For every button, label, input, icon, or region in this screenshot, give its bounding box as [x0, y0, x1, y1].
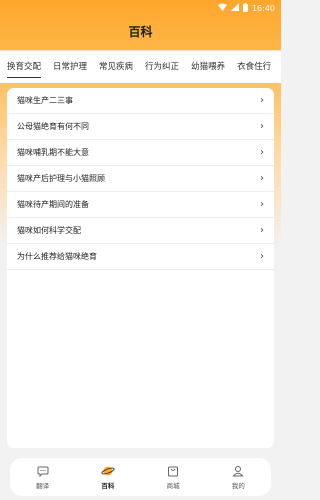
chevron-right-icon: ›	[260, 147, 264, 158]
chevron-right-icon: ›	[260, 225, 264, 236]
nav-shop-label: 商城	[166, 482, 180, 490]
list-item-title: 为什么推荐给猫咪绝育	[17, 252, 97, 261]
tab-living[interactable]: 衣食住行	[237, 51, 271, 84]
chevron-right-icon: ›	[260, 173, 264, 184]
list-item-title: 猫咪生产二三事	[17, 96, 73, 105]
chevron-right-icon: ›	[260, 121, 264, 132]
wifi-icon	[217, 3, 227, 13]
list-item[interactable]: 猫咪哺乳期不能大意 ›	[7, 140, 274, 166]
nav-encyclopedia-label: 百科	[101, 482, 115, 490]
bottom-nav: 翻译 百科 商城 我的	[10, 458, 271, 496]
nav-shop[interactable]: 商城	[148, 464, 198, 490]
battery-icon	[242, 2, 248, 14]
planet-icon	[101, 464, 115, 478]
shop-icon	[166, 464, 180, 478]
list-item[interactable]: 为什么推荐给猫咪绝育 ›	[7, 244, 274, 270]
status-time: 16:40	[251, 3, 275, 13]
tab-daily-care[interactable]: 日常护理	[53, 51, 87, 84]
list-item-title: 猫咪产后护理与小猫照顾	[17, 174, 105, 183]
nav-profile-label: 我的	[231, 482, 245, 490]
list-item[interactable]: 猫咪产后护理与小猫照顾 ›	[7, 166, 274, 192]
chevron-right-icon: ›	[260, 199, 264, 210]
tab-kitten-feeding[interactable]: 幼猫喂养	[191, 51, 225, 84]
list-item-title: 猫咪如何科学交配	[17, 226, 81, 235]
tab-breeding[interactable]: 换育交配	[7, 51, 42, 84]
signal-icon	[230, 3, 239, 13]
list-item[interactable]: 猫咪如何科学交配 ›	[7, 218, 274, 244]
page-title: 百科	[128, 25, 153, 39]
tab-behavior[interactable]: 行为纠正	[145, 51, 179, 84]
chevron-right-icon: ›	[260, 251, 264, 262]
chevron-right-icon: ›	[260, 95, 264, 106]
list-item[interactable]: 猫咪待产期间的准备 ›	[7, 192, 274, 218]
nav-translate-label: 翻译	[36, 482, 50, 490]
nav-translate[interactable]: 翻译	[18, 464, 68, 490]
list-item-title: 猫咪哺乳期不能大意	[17, 148, 89, 157]
status-bar: 16:40	[0, 0, 281, 16]
chat-icon	[36, 464, 50, 478]
nav-profile[interactable]: 我的	[213, 464, 263, 490]
list-item[interactable]: 公母猫绝育有何不同 ›	[7, 114, 274, 140]
list-item[interactable]: 猫咪生产二三事 ›	[7, 88, 274, 114]
category-tabs: 换育交配 日常护理 常见疾病 行为纠正 幼猫喂养 衣食住行	[0, 50, 281, 83]
list-item-title: 猫咪待产期间的准备	[17, 200, 89, 209]
article-list: 猫咪生产二三事 › 公母猫绝育有何不同 › 猫咪哺乳期不能大意 › 猫咪产后护理…	[7, 88, 274, 448]
nav-encyclopedia[interactable]: 百科	[83, 464, 133, 490]
tab-common-diseases[interactable]: 常见疾病	[99, 51, 133, 84]
profile-icon	[231, 464, 245, 478]
list-item-title: 公母猫绝育有何不同	[17, 122, 89, 131]
